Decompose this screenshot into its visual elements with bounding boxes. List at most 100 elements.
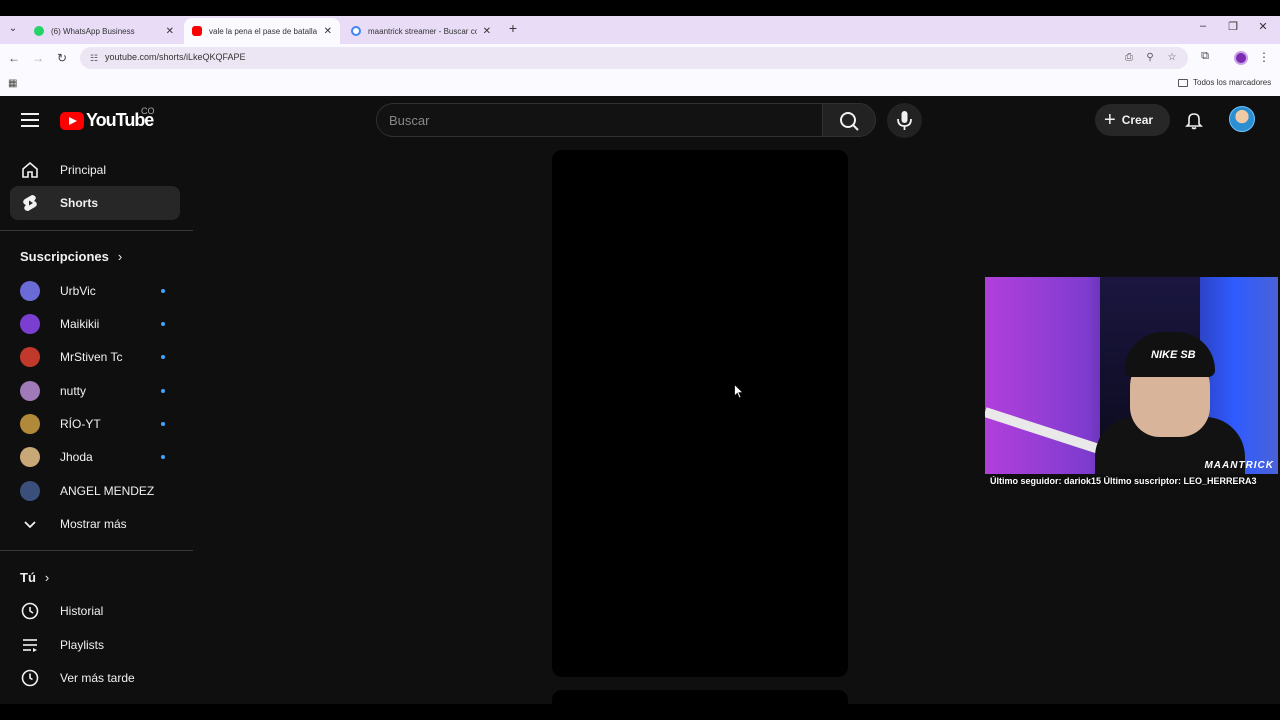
channel-avatar <box>20 447 40 467</box>
channel-avatar <box>20 481 40 501</box>
extensions-icon[interactable]: ⧉ <box>1198 50 1212 64</box>
voice-search-button[interactable] <box>887 103 922 138</box>
tab-whatsapp[interactable]: (6) WhatsApp Business ✕ <box>26 18 182 44</box>
search-button[interactable] <box>822 103 876 137</box>
chevron-right-icon: › <box>117 249 123 264</box>
history-icon <box>20 601 40 621</box>
youtube-page: YouTube CO Buscar + Crear Principal Shor… <box>0 96 1280 704</box>
apps-grid-icon[interactable]: ▦ <box>8 78 20 90</box>
subscriptions-heading[interactable]: Suscripciones › <box>20 249 122 264</box>
sidebar-item-historial[interactable]: Historial <box>10 594 180 628</box>
new-content-dot <box>161 355 165 359</box>
watch-later-icon <box>20 668 40 688</box>
browser-menu-icon[interactable]: ⋮ <box>1258 50 1270 66</box>
create-label: Crear <box>1121 113 1154 127</box>
guide-menu-icon[interactable] <box>20 110 40 130</box>
sidebar-item-label: UrbVic <box>60 284 96 298</box>
plus-icon: + <box>1104 109 1116 131</box>
sidebar-item-label: Shorts <box>60 196 99 210</box>
channel-avatar <box>20 314 40 334</box>
site-settings-icon[interactable]: ☷ <box>88 52 100 64</box>
sidebar-item-ver-mas-tarde[interactable]: Ver más tarde <box>10 661 180 695</box>
channel-avatar <box>20 414 40 434</box>
bookmarks-folder-label: Todos los marcadores <box>1193 78 1272 87</box>
browser-toolbar: ← → ↻ ☷ youtube.com/shorts/iLkeQKQFAPE ⎙… <box>0 44 1280 72</box>
country-code: CO <box>141 106 155 116</box>
create-button[interactable]: + Crear <box>1095 104 1170 136</box>
sidebar-item-urbvic[interactable]: UrbVic <box>10 274 180 308</box>
sidebar-item-label: Principal <box>60 163 107 177</box>
tab-search-icon[interactable]: ⌄ <box>5 21 21 37</box>
sidebar-item-label: Playlists <box>60 638 105 652</box>
new-tab-button[interactable]: + <box>505 20 521 36</box>
tab-title: maantrick streamer - Buscar con Google <box>368 26 477 36</box>
cap-logo: NIKE SB <box>1151 349 1196 361</box>
address-bar[interactable]: ☷ youtube.com/shorts/iLkeQKQFAPE ⎙ ⚲ ☆ <box>80 47 1188 69</box>
channel-avatar <box>20 381 40 401</box>
new-content-dot <box>161 322 165 326</box>
channel-avatar <box>20 347 40 367</box>
shorts-icon <box>20 193 40 213</box>
sidebar-show-more[interactable]: Mostrar más <box>10 507 180 541</box>
restore-button[interactable]: ❐ <box>1223 20 1243 33</box>
zoom-icon[interactable]: ⚲ <box>1144 52 1156 64</box>
sidebar-item-angel-mendez[interactable]: ANGEL MENDEZ <box>10 474 180 508</box>
webcam-overlay: NIKE SB MAANTRICK <box>985 277 1278 474</box>
search-icon <box>840 112 859 131</box>
youtube-logo[interactable]: YouTube CO <box>60 106 155 131</box>
tab-title: vale la pena el pase de batalla ? <box>209 26 318 36</box>
sidebar-item-label: Mostrar más <box>60 517 127 531</box>
sidebar-item-label: Maikikii <box>60 317 100 331</box>
mouse-cursor-icon <box>734 384 744 399</box>
forward-button[interactable]: → <box>30 50 46 66</box>
sidebar-divider <box>0 550 193 551</box>
sidebar-item-mrstiven-tc[interactable]: MrStiven Tc <box>10 340 180 374</box>
sidebar-item-jhoda[interactable]: Jhoda <box>10 440 180 474</box>
search-placeholder: Buscar <box>389 113 430 128</box>
account-avatar[interactable] <box>1229 106 1255 132</box>
back-button[interactable]: ← <box>6 50 22 66</box>
tab-google-search[interactable]: maantrick streamer - Buscar con Google ✕ <box>343 18 499 44</box>
bookmarks-bar: ▦ Todos los marcadores <box>0 72 1280 96</box>
sidebar-item-rio-yt[interactable]: RÍO-YT <box>10 407 180 441</box>
playlists-icon <box>20 635 40 655</box>
search-input[interactable]: Buscar <box>376 103 823 137</box>
youtube-favicon-icon <box>192 26 202 36</box>
sidebar-item-playlists[interactable]: Playlists <box>10 628 180 662</box>
bookmark-star-icon[interactable]: ☆ <box>1166 52 1178 64</box>
all-bookmarks-folder[interactable]: Todos los marcadores <box>1178 78 1271 87</box>
profile-avatar[interactable] <box>1234 51 1248 65</box>
channel-avatar <box>20 281 40 301</box>
install-app-icon[interactable]: ⎙ <box>1123 52 1135 64</box>
close-tab-icon[interactable]: ✕ <box>166 26 174 37</box>
home-icon <box>20 160 40 180</box>
minimize-button[interactable]: – <box>1193 20 1213 32</box>
shorts-video-player[interactable] <box>552 150 848 677</box>
next-shorts-video[interactable] <box>552 690 848 704</box>
tab-youtube-short[interactable]: vale la pena el pase de batalla ? ✕ <box>184 18 340 44</box>
you-heading-label: Tú <box>20 570 36 585</box>
url-text: youtube.com/shorts/iLkeQKQFAPE <box>105 52 246 62</box>
whatsapp-icon <box>34 26 44 36</box>
you-heading[interactable]: Tú › <box>20 570 49 585</box>
close-tab-icon[interactable]: ✕ <box>483 26 491 37</box>
sidebar-item-label: Historial <box>60 604 104 618</box>
youtube-play-icon <box>60 111 84 130</box>
sidebar-item-label: Ver más tarde <box>60 671 135 685</box>
sidebar-item-nutty[interactable]: nutty <box>10 374 180 408</box>
sidebar-item-principal[interactable]: Principal <box>10 153 180 187</box>
close-tab-icon[interactable]: ✕ <box>324 26 332 37</box>
sidebar-item-label: MrStiven Tc <box>60 350 123 364</box>
notifications-bell-icon[interactable] <box>1183 109 1205 131</box>
sidebar-item-shorts[interactable]: Shorts <box>10 186 180 220</box>
sidebar-item-maikikii[interactable]: Maikikii <box>10 307 180 341</box>
browser-tab-bar: ⌄ (6) WhatsApp Business ✕ vale la pena e… <box>0 16 1280 44</box>
sidebar-item-label: RÍO-YT <box>60 417 101 431</box>
chevron-right-icon: › <box>44 570 50 585</box>
subscriptions-heading-label: Suscripciones <box>20 249 109 264</box>
close-window-button[interactable]: ✕ <box>1253 20 1273 33</box>
sidebar-item-label: ANGEL MENDEZ <box>60 484 155 498</box>
new-content-dot <box>161 389 165 393</box>
reload-button[interactable]: ↻ <box>54 50 70 66</box>
screen: ⌄ (6) WhatsApp Business ✕ vale la pena e… <box>0 0 1280 720</box>
